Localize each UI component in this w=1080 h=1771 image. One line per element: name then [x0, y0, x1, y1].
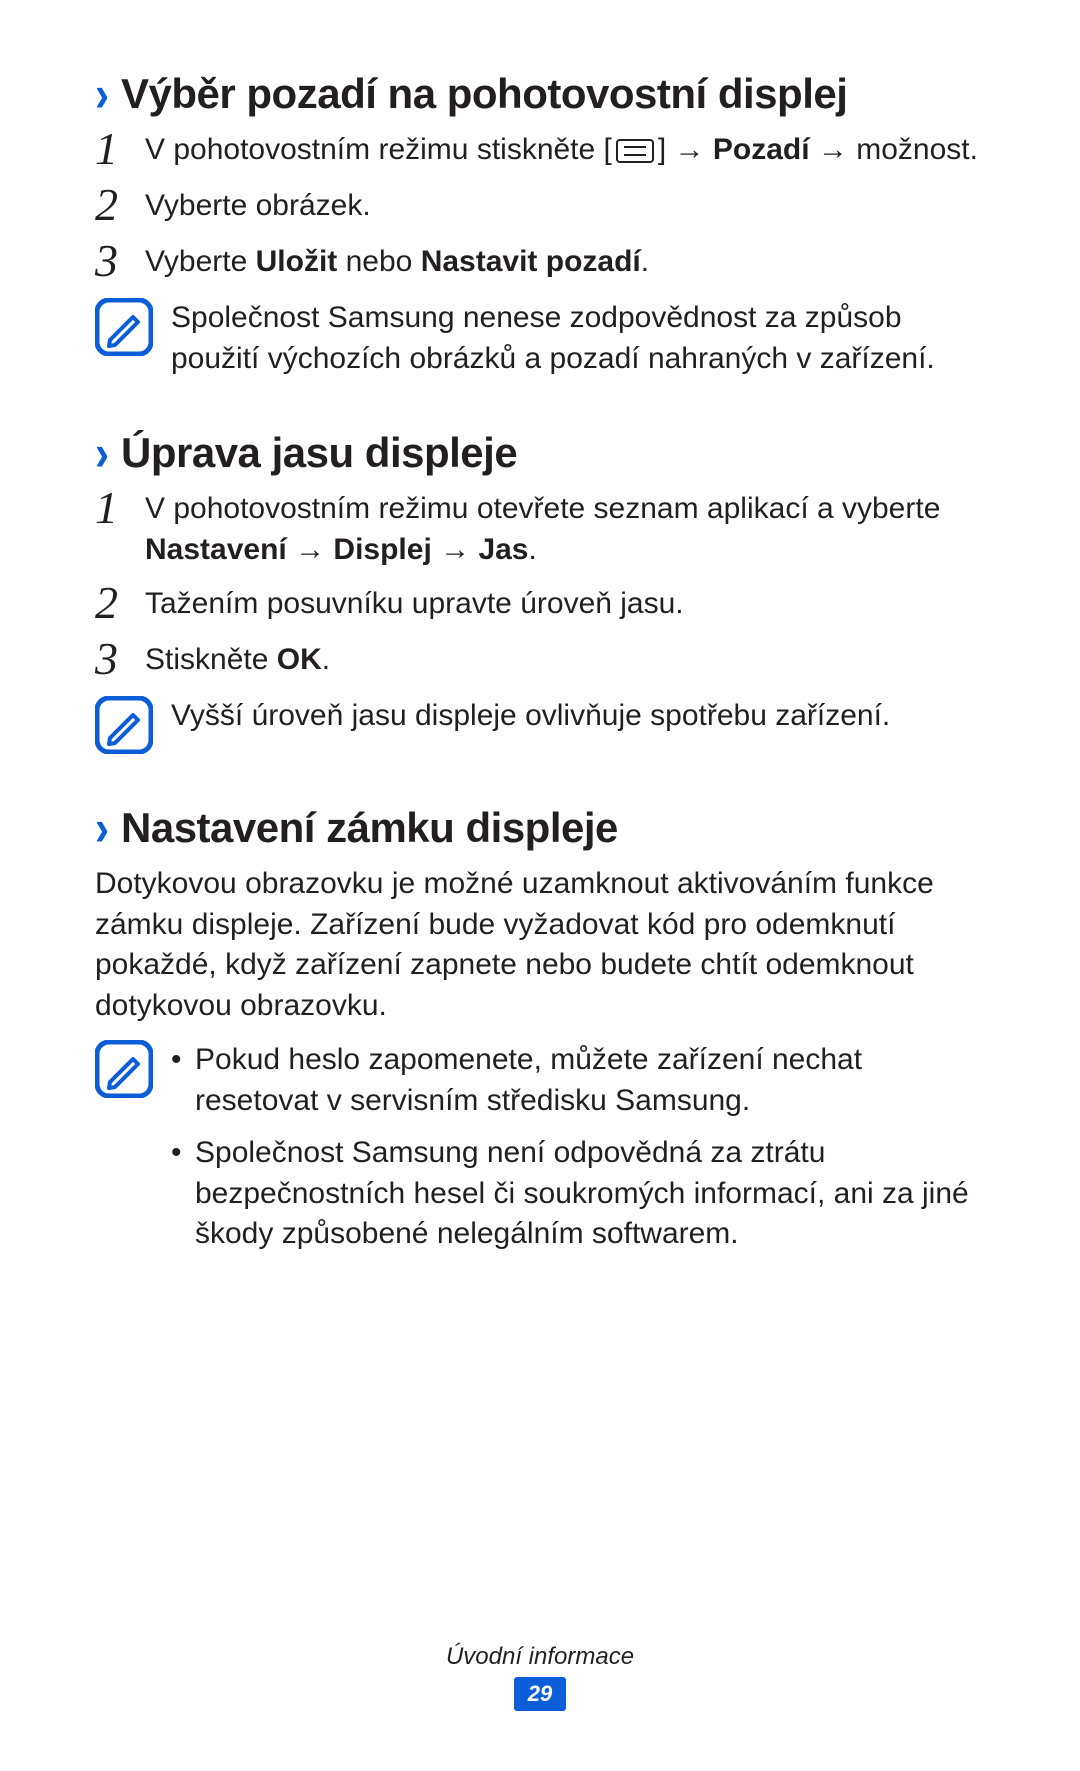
text-bold: Nastavit pozadí [421, 245, 641, 278]
menu-icon [616, 139, 654, 163]
text: Vyberte [145, 245, 256, 278]
note-text: Vyšší úroveň jasu displeje ovlivňuje spo… [171, 696, 985, 737]
section-lock: › Nastavení zámku displeje Dotykovou obr… [95, 804, 985, 1267]
bullet-text: Společnost Samsung není odpovědná za ztr… [195, 1133, 985, 1255]
bullet-icon: • [171, 1133, 195, 1255]
step-body: V pohotovostním režimu stiskněte [ ] → Po… [145, 130, 985, 171]
step-number: 1 [95, 126, 145, 172]
step-body: Stiskněte OK. [145, 640, 985, 681]
step-1: 1 V pohotovostním režimu stiskněte [] → … [95, 130, 985, 172]
step-number: 3 [95, 636, 145, 682]
heading-brightness: › Úprava jasu displeje [95, 429, 985, 477]
heading-text: Výběr pozadí na pohotovostní displej [121, 70, 847, 118]
section-wallpaper: › Výběr pozadí na pohotovostní displej 1… [95, 70, 985, 379]
note-icon [95, 298, 153, 356]
page-footer: Úvodní informace 29 [0, 1643, 1080, 1711]
text-bold: Uložit [256, 245, 338, 278]
bullet-item: • Pokud heslo zapomenete, můžete zařízen… [171, 1040, 985, 1121]
step-2: 2 Vyberte obrázek. [95, 186, 985, 228]
note-box: • Pokud heslo zapomenete, můžete zařízen… [95, 1040, 985, 1267]
step-number: 3 [95, 238, 145, 284]
chevron-icon: › [95, 803, 109, 853]
step-2: 2 Tažením posuvníku upravte úroveň jasu. [95, 584, 985, 626]
note-icon [95, 696, 153, 754]
text: . [529, 533, 537, 566]
note-box: Vyšší úroveň jasu displeje ovlivňuje spo… [95, 696, 985, 754]
chevron-icon: › [95, 428, 109, 478]
paragraph: Dotykovou obrazovku je možné uzamknout a… [95, 864, 985, 1026]
heading-text: Nastavení zámku displeje [121, 804, 618, 852]
step-body: V pohotovostním režimu otevřete seznam a… [145, 489, 985, 570]
section-brightness: › Úprava jasu displeje 1 V pohotovostním… [95, 429, 985, 754]
heading-lock: › Nastavení zámku displeje [95, 804, 985, 852]
text: . [641, 245, 649, 278]
step-body: Vyberte obrázek. [145, 186, 985, 227]
page-number: 29 [514, 1677, 566, 1711]
text: Stiskněte [145, 643, 277, 676]
step-body: Vyberte Uložit nebo Nastavit pozadí. [145, 242, 985, 283]
step-3: 3 Stiskněte OK. [95, 640, 985, 682]
bullet-text: Pokud heslo zapomenete, můžete zařízení … [195, 1040, 985, 1121]
step-3: 3 Vyberte Uložit nebo Nastavit pozadí. [95, 242, 985, 284]
text: → možnost. [810, 133, 978, 166]
heading-text: Úprava jasu displeje [121, 429, 517, 477]
step-number: 2 [95, 182, 145, 228]
bullet-icon: • [171, 1040, 195, 1121]
heading-wallpaper: › Výběr pozadí na pohotovostní displej [95, 70, 985, 118]
text: V pohotovostním režimu otevřete seznam a… [145, 492, 940, 525]
note-box: Společnost Samsung nenese zodpovědnost z… [95, 298, 985, 379]
text-bold: Pozadí [713, 133, 810, 166]
text-bold: OK [277, 643, 322, 676]
manual-page: › Výběr pozadí na pohotovostní displej 1… [0, 0, 1080, 1771]
text: . [322, 643, 330, 676]
text-bold: Nastavení → Displej → Jas [145, 533, 529, 566]
step-number: 2 [95, 580, 145, 626]
bullet-item: • Společnost Samsung není odpovědná za z… [171, 1133, 985, 1255]
step-1: 1 V pohotovostním režimu otevřete seznam… [95, 489, 985, 570]
note-text: Společnost Samsung nenese zodpovědnost z… [171, 298, 985, 379]
text: ] → [658, 133, 713, 166]
step-body: Tažením posuvníku upravte úroveň jasu. [145, 584, 985, 625]
text: V pohotovostním režimu stiskněte [ [145, 133, 612, 166]
step-number: 1 [95, 485, 145, 531]
chevron-icon: › [95, 69, 109, 119]
text: nebo [337, 245, 420, 278]
note-body: • Pokud heslo zapomenete, můžete zařízen… [171, 1040, 985, 1267]
footer-section-name: Úvodní informace [0, 1643, 1080, 1671]
note-icon [95, 1040, 153, 1098]
